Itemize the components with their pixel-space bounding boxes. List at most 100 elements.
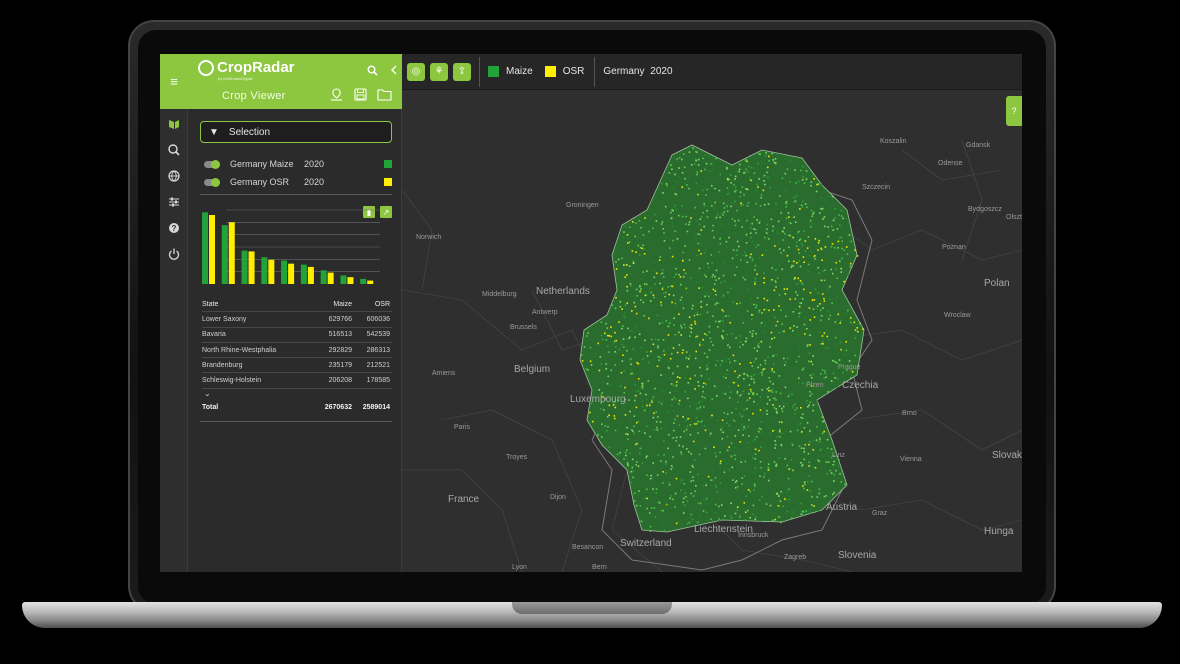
- crop-pixel: [678, 167, 680, 169]
- crop-pixel: [856, 255, 859, 257]
- crop-pixel: [746, 219, 748, 222]
- crop-pixel: [757, 221, 759, 224]
- crop-pixel: [747, 447, 750, 449]
- crop-pixel: [713, 236, 715, 239]
- help-tab[interactable]: ?: [1006, 96, 1022, 126]
- crop-pixel: [617, 427, 620, 430]
- crop-pixel: [742, 390, 745, 393]
- crop-pixel: [715, 187, 718, 190]
- crop-pixel: [757, 373, 759, 375]
- menu-button[interactable]: ≡: [160, 54, 188, 109]
- germany-region[interactable]: [579, 144, 865, 533]
- crop-pixel: [759, 409, 762, 411]
- crop-pixel: [711, 163, 714, 165]
- crop-pixel: [773, 461, 776, 463]
- globe-icon[interactable]: [166, 168, 182, 184]
- crop-pixel: [714, 452, 717, 454]
- selection-dropdown[interactable]: ▼ Selection: [200, 121, 392, 143]
- expand-rows-button[interactable]: ⌄: [202, 389, 392, 400]
- crop-pixel: [780, 421, 783, 424]
- crop-pixel: [750, 253, 752, 256]
- crop-pixel: [705, 482, 707, 484]
- crop-pixel: [679, 376, 681, 379]
- crop-pixel: [600, 321, 603, 324]
- layer-row-osr[interactable]: Germany OSR 2020: [204, 175, 392, 189]
- globe-button[interactable]: ◎: [407, 62, 425, 81]
- crop-pixel: [795, 360, 798, 363]
- crop-pixel: [765, 249, 768, 252]
- crop-pixel: [763, 203, 766, 206]
- crop-pixel: [718, 250, 720, 253]
- crop-pixel: [778, 195, 781, 197]
- crop-pixel: [660, 374, 662, 376]
- crop-pixel: [808, 440, 811, 443]
- crop-pixel: [665, 197, 667, 199]
- crop-pixel: [773, 397, 776, 400]
- cell-state: Lower Saxony: [202, 315, 247, 323]
- map-canvas[interactable]: [402, 90, 1022, 572]
- logo-text: CropRadar: [217, 59, 295, 76]
- crop-pixel: [700, 170, 703, 172]
- crop-pixel: [633, 326, 636, 328]
- help-icon[interactable]: ?: [166, 220, 182, 236]
- crop-pixel: [663, 440, 665, 442]
- crop-button[interactable]: ⚘: [430, 62, 448, 81]
- crop-pixel: [693, 163, 696, 165]
- layer-toggle[interactable]: [204, 177, 220, 187]
- crop-pixel: [652, 343, 655, 346]
- crop-pixel: [736, 392, 739, 394]
- folder-icon[interactable]: [376, 86, 392, 102]
- zoom-search-icon[interactable]: [166, 142, 182, 158]
- crop-pixel: [744, 259, 746, 261]
- sliders-icon[interactable]: [166, 194, 182, 210]
- crop-pixel: [710, 185, 713, 187]
- crop-pixel: [761, 254, 764, 256]
- crop-pixel: [760, 194, 763, 196]
- crop-pixel: [787, 260, 790, 263]
- crop-pixel: [774, 354, 776, 357]
- crop-pixel: [619, 305, 622, 308]
- crop-pixel: [809, 395, 812, 397]
- search-icon[interactable]: [364, 62, 380, 78]
- upload-button[interactable]: ⇪: [453, 62, 471, 81]
- crop-pixel: [723, 412, 726, 414]
- crop-pixel: [810, 184, 812, 187]
- crop-pixel: [685, 184, 688, 186]
- crop-pixel: [610, 369, 613, 372]
- crop-pixel: [803, 323, 806, 326]
- crop-pixel: [591, 420, 594, 423]
- cell-state: North Rhine-Westphalia: [202, 346, 277, 354]
- chevron-left-icon[interactable]: [386, 62, 402, 78]
- crop-pixel: [809, 334, 811, 336]
- crop-pixel: [725, 416, 727, 419]
- crop-pixel: [814, 288, 817, 291]
- layer-toggle[interactable]: [204, 159, 220, 169]
- crop-pixel: [706, 262, 709, 265]
- crop-pixel: [656, 426, 658, 429]
- crop-pixel: [598, 389, 601, 391]
- crop-pixel: [723, 471, 726, 474]
- crop-pixel: [734, 200, 736, 203]
- cell-osr: 212521: [366, 361, 390, 369]
- crop-pixel: [832, 219, 835, 221]
- crop-pixel: [751, 260, 754, 262]
- map-view[interactable]: ◎ ⚘ ⇪ Maize OSR Germany 2020 ? Netherlan…: [402, 54, 1022, 572]
- crop-pixel: [766, 166, 769, 169]
- crop-pixel: [816, 496, 818, 498]
- crop-pixel: [758, 178, 760, 180]
- crop-pixel: [644, 339, 646, 342]
- crop-pixel: [669, 497, 671, 500]
- crop-pixel: [803, 426, 806, 429]
- power-icon[interactable]: [166, 246, 182, 262]
- crop-pixel: [664, 295, 666, 298]
- crop-pixel: [753, 381, 756, 384]
- crop-pixel: [726, 333, 728, 336]
- crop-pixel: [770, 218, 773, 221]
- location-pin-icon[interactable]: [328, 86, 344, 102]
- crop-pixel: [616, 453, 619, 456]
- layer-row-maize[interactable]: Germany Maize 2020: [204, 157, 392, 171]
- layers-icon[interactable]: [166, 116, 182, 132]
- save-icon[interactable]: [352, 86, 368, 102]
- crop-pixel: [687, 382, 690, 384]
- crop-pixel: [681, 303, 684, 305]
